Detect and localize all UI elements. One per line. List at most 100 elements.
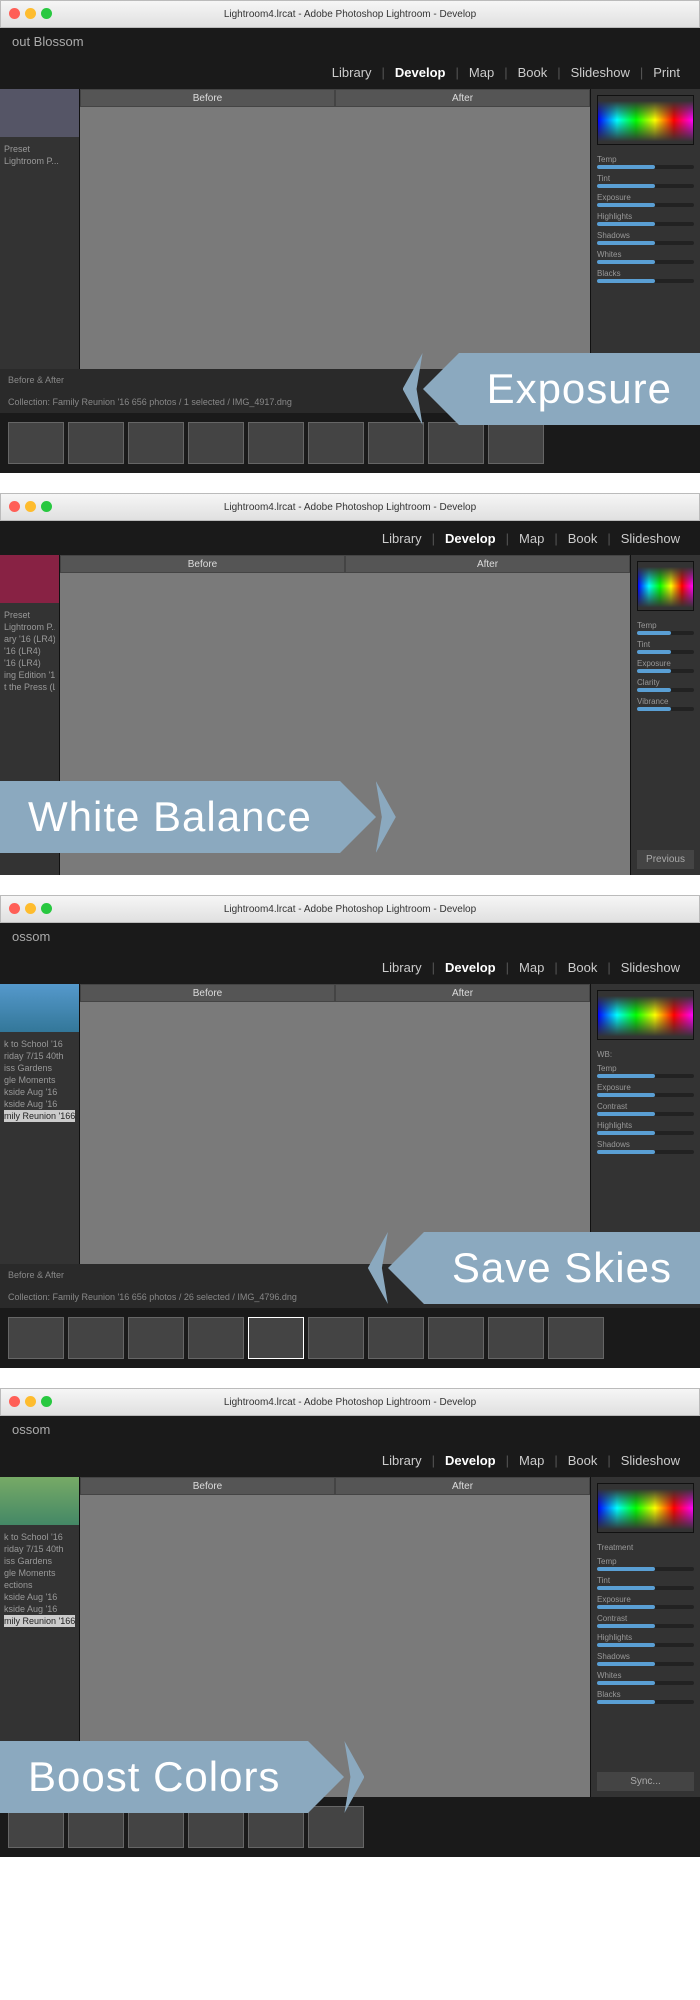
blacks-slider[interactable]: [597, 1700, 694, 1704]
preset-list[interactable]: PresetLightroom P...ary '16 (LR4)'16 (LR…: [0, 607, 59, 695]
filmstrip-thumb[interactable]: [248, 1317, 304, 1359]
contrast-slider[interactable]: [597, 1112, 694, 1116]
nav-map[interactable]: Map: [513, 960, 550, 975]
filmstrip-thumb[interactable]: [128, 422, 184, 464]
tint-slider[interactable]: [637, 650, 694, 654]
preset-list[interactable]: PresetLightroom P...: [0, 141, 79, 169]
preview-area[interactable]: BeforeAfter: [80, 984, 590, 1264]
contrast-slider[interactable]: [597, 1624, 694, 1628]
collections-list[interactable]: k to School '16riday 7/15 40thiss Garden…: [0, 1529, 79, 1629]
highlights-slider[interactable]: [597, 222, 694, 226]
right-panel[interactable]: Temp Tint Exposure Highlights Shadows Wh…: [590, 89, 700, 369]
whites-slider[interactable]: [597, 1681, 694, 1685]
filmstrip-thumb[interactable]: [68, 422, 124, 464]
nav-print[interactable]: Print: [647, 65, 686, 80]
histogram[interactable]: [597, 1483, 694, 1533]
basic-panel[interactable]: Treatment Temp Tint Exposure Contrast Hi…: [597, 1537, 694, 1704]
nav-slideshow[interactable]: Slideshow: [565, 65, 636, 80]
nav-library[interactable]: Library: [326, 65, 378, 80]
navigator-thumb[interactable]: [0, 1477, 79, 1525]
filmstrip-thumb[interactable]: [488, 422, 544, 464]
shadows-slider[interactable]: [597, 1150, 694, 1154]
filmstrip-thumb[interactable]: [548, 1317, 604, 1359]
filmstrip-thumb[interactable]: [428, 422, 484, 464]
basic-panel[interactable]: Temp Tint Exposure Highlights Shadows Wh…: [597, 149, 694, 283]
collections-list[interactable]: k to School '16riday 7/15 40thiss Garden…: [0, 1036, 79, 1124]
tint-slider[interactable]: [597, 184, 694, 188]
navigator-thumb[interactable]: [0, 89, 79, 137]
nav-develop[interactable]: Develop: [439, 960, 502, 975]
filmstrip-thumb[interactable]: [8, 1317, 64, 1359]
highlights-slider[interactable]: [597, 1643, 694, 1647]
nav-slideshow[interactable]: Slideshow: [615, 1453, 686, 1468]
previous-button[interactable]: Previous: [637, 850, 694, 869]
vibrance-slider[interactable]: [637, 707, 694, 711]
filmstrip-thumb[interactable]: [488, 1317, 544, 1359]
sync-button[interactable]: Sync...: [597, 1772, 694, 1791]
temp-slider[interactable]: [597, 1074, 694, 1078]
traffic-lights[interactable]: [9, 8, 52, 19]
nav-develop[interactable]: Develop: [439, 1453, 502, 1468]
filmstrip-thumb[interactable]: [308, 422, 364, 464]
right-panel[interactable]: WB: Temp Exposure Contrast Highlights Sh…: [590, 984, 700, 1264]
temp-slider[interactable]: [597, 165, 694, 169]
minimize-icon[interactable]: [25, 8, 36, 19]
filmstrip-thumb[interactable]: [8, 422, 64, 464]
shadows-slider[interactable]: [597, 241, 694, 245]
left-panel[interactable]: k to School '16riday 7/15 40thiss Garden…: [0, 984, 80, 1264]
blacks-slider[interactable]: [597, 279, 694, 283]
whites-slider[interactable]: [597, 260, 694, 264]
highlights-slider[interactable]: [597, 1131, 694, 1135]
right-panel[interactable]: Treatment Temp Tint Exposure Contrast Hi…: [590, 1477, 700, 1797]
preview-area[interactable]: BeforeAfter: [80, 89, 590, 369]
filmstrip[interactable]: [0, 1308, 700, 1368]
filmstrip-thumb[interactable]: [368, 1317, 424, 1359]
traffic-lights[interactable]: [9, 1396, 52, 1407]
navigator-thumb[interactable]: [0, 984, 79, 1032]
traffic-lights[interactable]: [9, 903, 52, 914]
right-panel[interactable]: Temp Tint Exposure Clarity Vibrance Prev…: [630, 555, 700, 875]
traffic-lights[interactable]: [9, 501, 52, 512]
panel-exposure: Lightroom4.lrcat - Adobe Photoshop Light…: [0, 0, 700, 473]
nav-slideshow[interactable]: Slideshow: [615, 531, 686, 546]
filmstrip-thumb[interactable]: [68, 1317, 124, 1359]
nav-develop[interactable]: Develop: [439, 531, 502, 546]
nav-library[interactable]: Library: [376, 960, 428, 975]
close-icon[interactable]: [9, 8, 20, 19]
left-panel[interactable]: PresetLightroom P...: [0, 89, 80, 369]
nav-book[interactable]: Book: [562, 1453, 604, 1468]
zoom-icon[interactable]: [41, 8, 52, 19]
clarity-slider[interactable]: [637, 688, 694, 692]
histogram[interactable]: [597, 990, 694, 1040]
temp-slider[interactable]: [597, 1567, 694, 1571]
tint-slider[interactable]: [597, 1586, 694, 1590]
exposure-slider[interactable]: [597, 1605, 694, 1609]
exposure-slider[interactable]: [637, 669, 694, 673]
histogram[interactable]: [637, 561, 694, 611]
shadows-slider[interactable]: [597, 1662, 694, 1666]
filmstrip-thumb[interactable]: [128, 1317, 184, 1359]
filmstrip-thumb[interactable]: [248, 422, 304, 464]
nav-slideshow[interactable]: Slideshow: [615, 960, 686, 975]
basic-panel[interactable]: Temp Tint Exposure Clarity Vibrance: [637, 615, 694, 711]
basic-panel[interactable]: WB: Temp Exposure Contrast Highlights Sh…: [597, 1044, 694, 1154]
nav-book[interactable]: Book: [562, 960, 604, 975]
exposure-slider[interactable]: [597, 1093, 694, 1097]
nav-library[interactable]: Library: [376, 1453, 428, 1468]
nav-develop[interactable]: Develop: [389, 65, 452, 80]
nav-library[interactable]: Library: [376, 531, 428, 546]
nav-map[interactable]: Map: [463, 65, 500, 80]
nav-map[interactable]: Map: [513, 531, 550, 546]
navigator-thumb[interactable]: [0, 555, 59, 603]
filmstrip-thumb[interactable]: [188, 422, 244, 464]
nav-book[interactable]: Book: [562, 531, 604, 546]
temp-slider[interactable]: [637, 631, 694, 635]
filmstrip-thumb[interactable]: [188, 1317, 244, 1359]
exposure-slider[interactable]: [597, 203, 694, 207]
filmstrip-thumb[interactable]: [308, 1317, 364, 1359]
nav-book[interactable]: Book: [512, 65, 554, 80]
nav-map[interactable]: Map: [513, 1453, 550, 1468]
histogram[interactable]: [597, 95, 694, 145]
filmstrip-thumb[interactable]: [368, 422, 424, 464]
filmstrip-thumb[interactable]: [428, 1317, 484, 1359]
